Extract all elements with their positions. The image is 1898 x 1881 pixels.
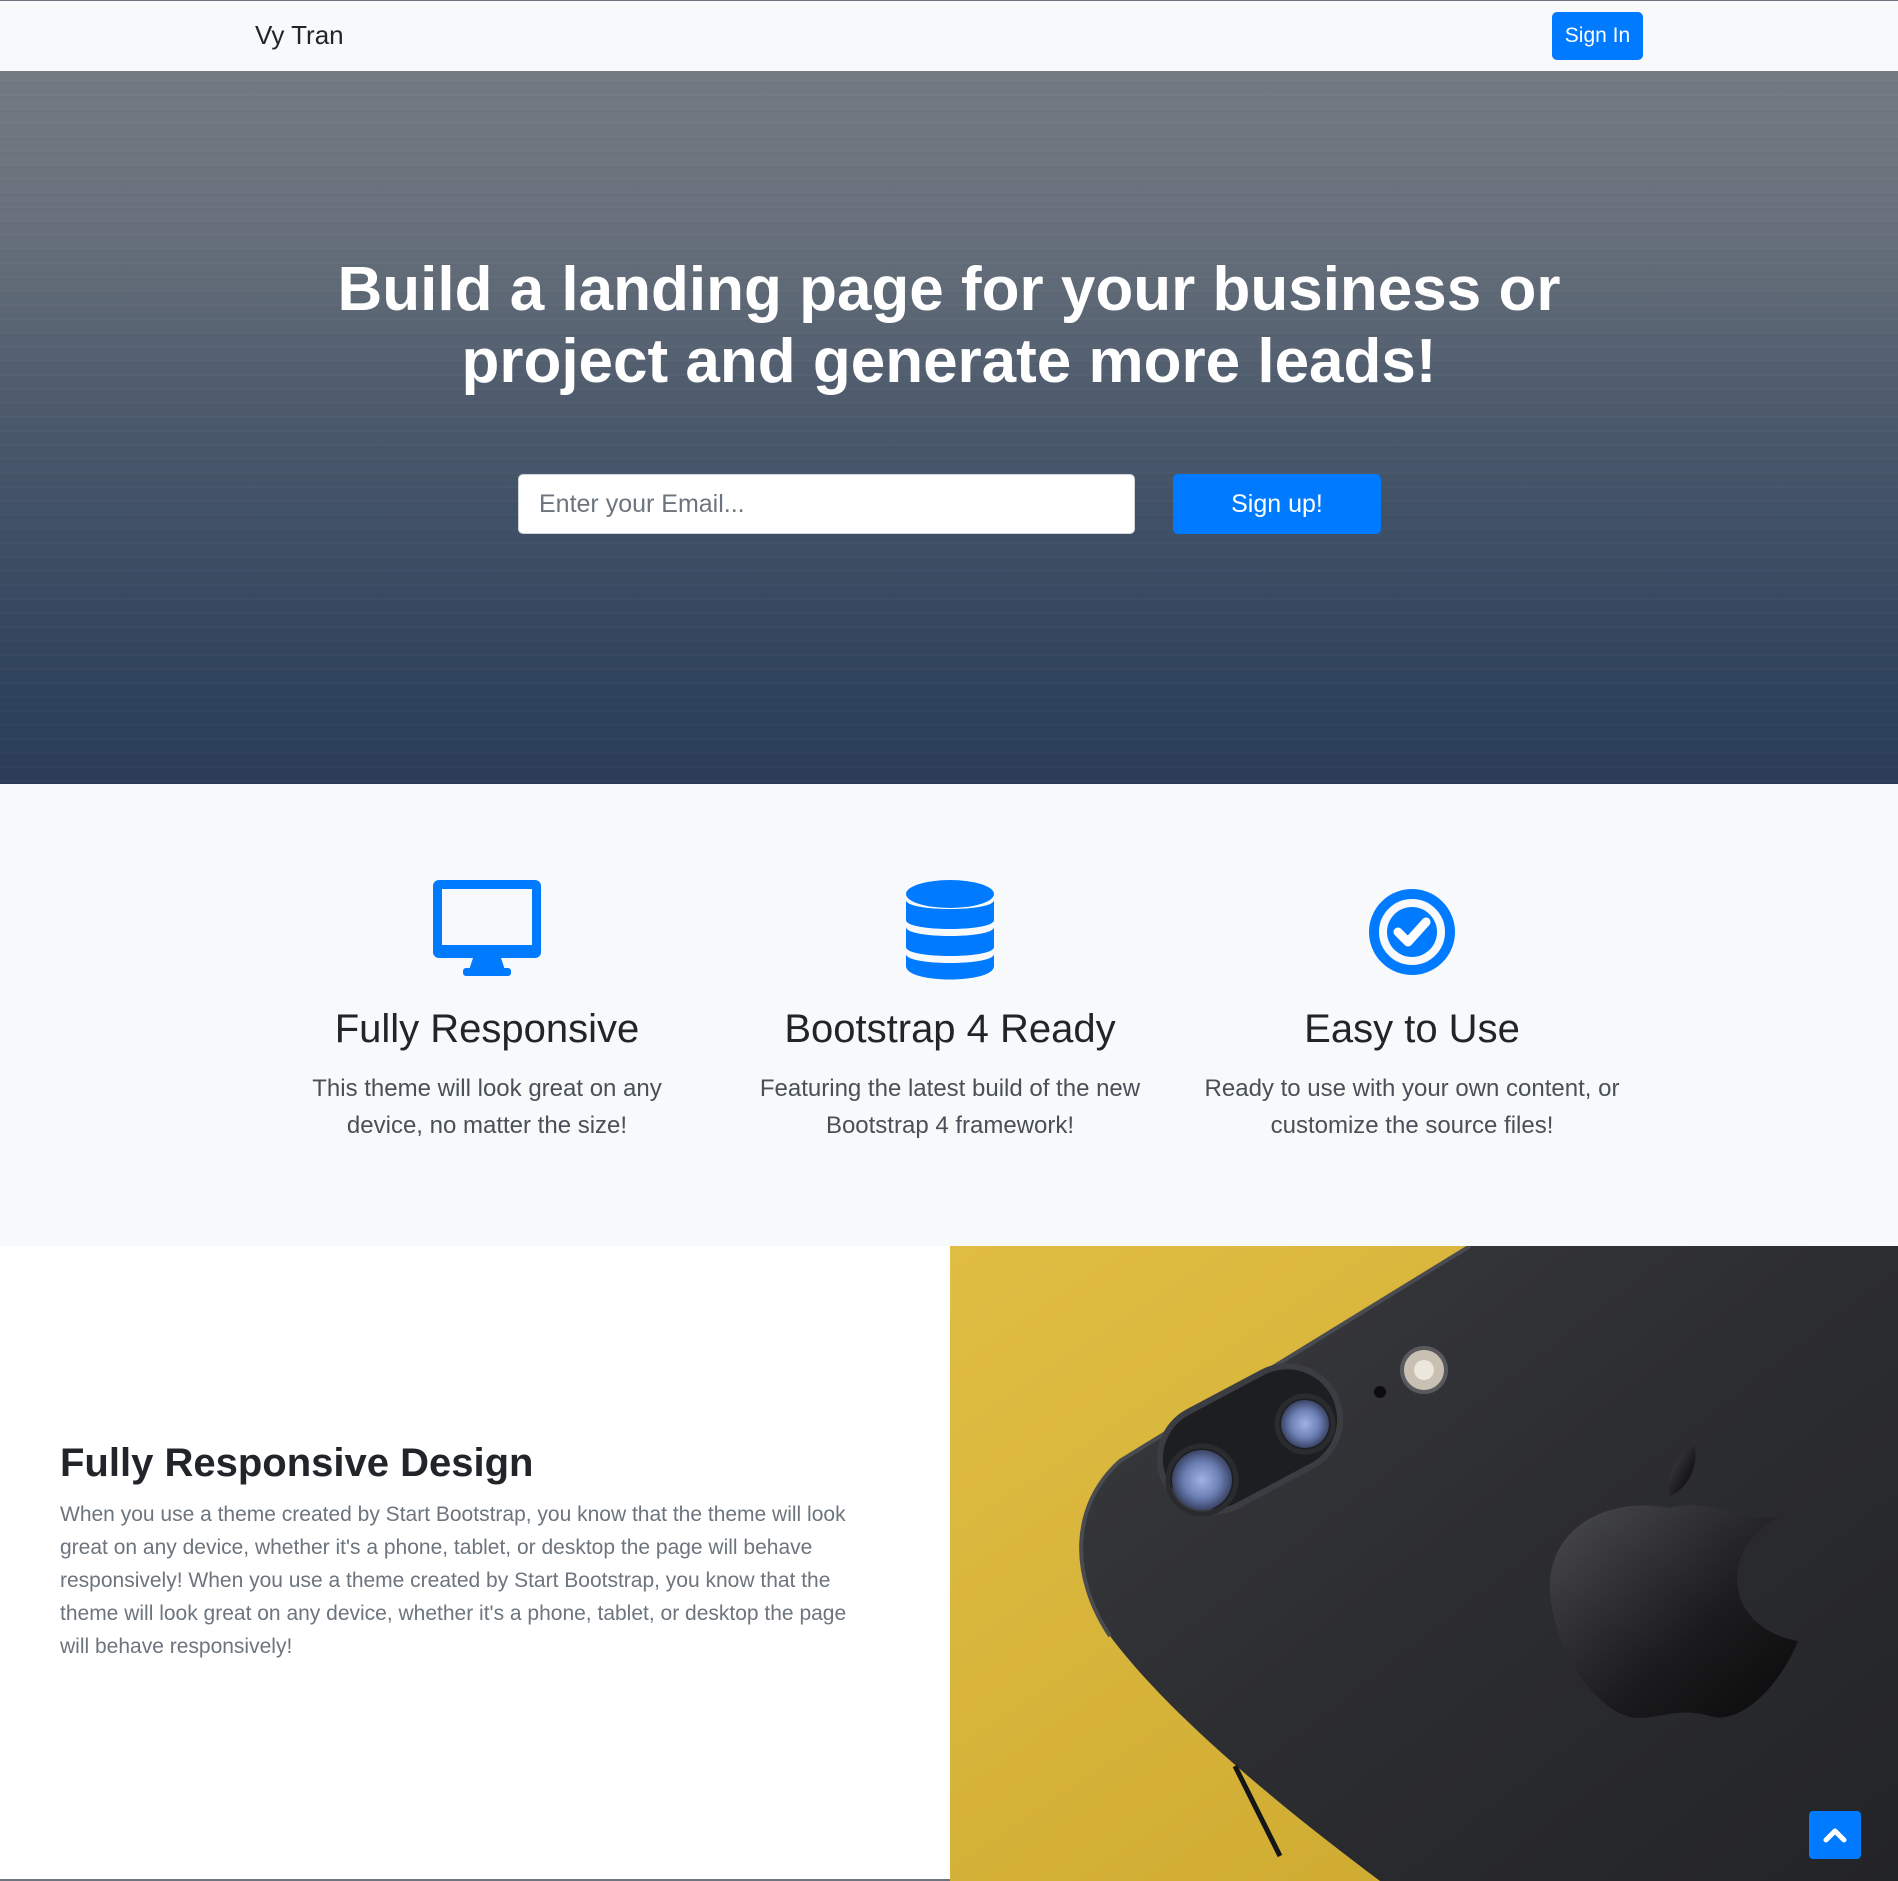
feature-text: Featuring the latest build of the new Bo…	[759, 1075, 1141, 1139]
desktop-icon	[277, 880, 697, 984]
sign-in-button[interactable]: Sign In	[1552, 12, 1643, 60]
navbar: Vy Tran Sign In	[0, 1, 1898, 71]
feature-title: Bootstrap 4 Ready	[784, 1007, 1116, 1051]
back-to-top-button[interactable]	[1809, 1811, 1861, 1859]
feature-text: This theme will look great on any device…	[312, 1075, 662, 1139]
masthead-ocean-background	[0, 71, 1898, 784]
showcase-title: Fully Responsive Design	[60, 1441, 534, 1485]
feature-title: Fully Responsive	[334, 1007, 640, 1051]
showcase-text-block: Fully Responsive Design When you use a t…	[60, 1438, 880, 1663]
showcase-description: When you use a theme created by Start Bo…	[60, 1503, 847, 1658]
email-input[interactable]	[518, 474, 1135, 534]
feature-title: Easy to Use	[1304, 1007, 1520, 1051]
phone-photo	[950, 1246, 1898, 1881]
chevron-up-icon	[1823, 1828, 1847, 1843]
masthead-heading: Build a landing page for your business o…	[337, 255, 1561, 396]
showcase-section: Fully Responsive Design When you use a t…	[0, 1246, 1898, 1881]
feature-text: Ready to use with your own content, or c…	[1204, 1075, 1620, 1139]
check-circle-icon	[1202, 880, 1622, 984]
sign-up-button[interactable]: Sign up!	[1173, 474, 1381, 534]
features-section: Fully Responsive This theme will look gr…	[0, 784, 1898, 1246]
brand-link[interactable]: Vy Tran	[255, 17, 344, 53]
masthead: Build a landing page for your business o…	[0, 71, 1898, 784]
database-icon	[740, 880, 1160, 984]
